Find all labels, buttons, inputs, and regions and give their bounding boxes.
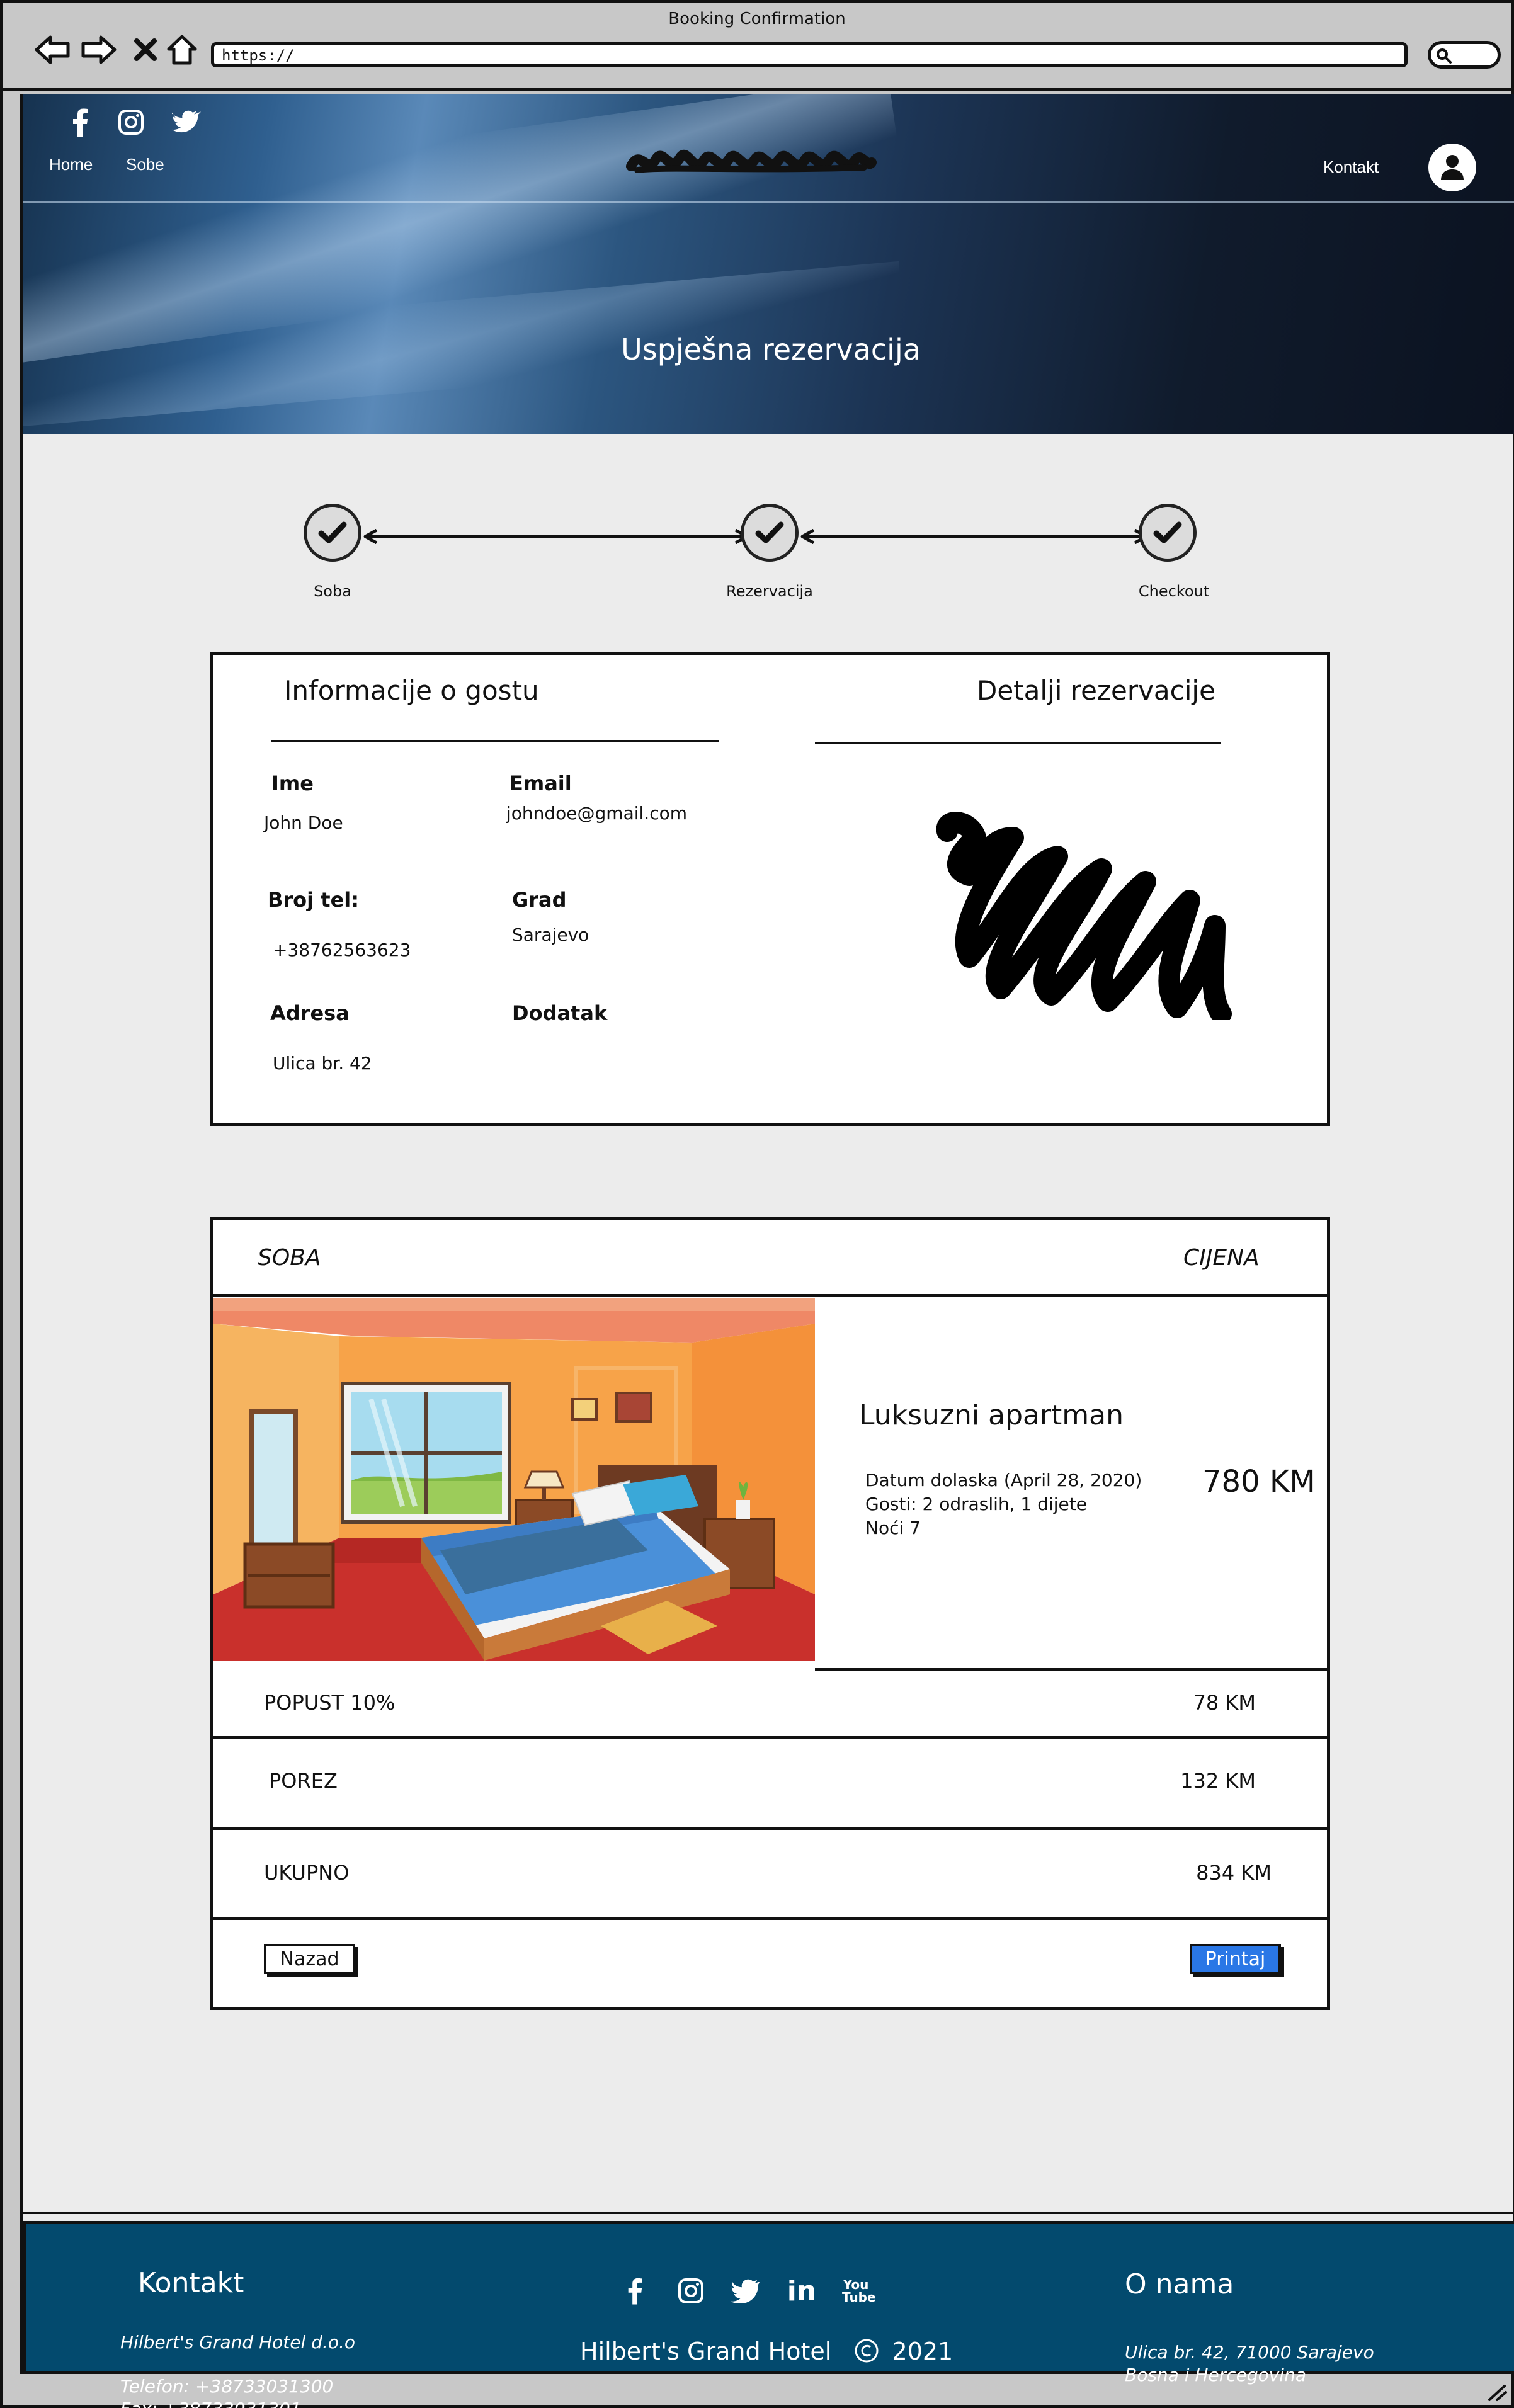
divider — [815, 1668, 1328, 1671]
total-value: 834 KM — [1196, 1861, 1272, 1885]
step-arrow-1 — [363, 529, 749, 544]
divider — [815, 742, 1221, 744]
nights-count: Noći 7 — [865, 1518, 921, 1538]
step-label-rezervacija: Rezervacija — [726, 582, 813, 600]
address-label: Adresa — [270, 1001, 350, 1025]
print-button[interactable]: Printaj — [1190, 1944, 1281, 1974]
footer-brand-name: Hilbert's Grand Hotel — [580, 2337, 832, 2365]
search-icon — [1437, 48, 1452, 64]
step-arrow-2 — [800, 529, 1148, 544]
close-icon[interactable] — [127, 31, 164, 69]
room-image — [213, 1298, 815, 1661]
column-header-room: SOBA — [258, 1245, 321, 1271]
user-avatar-icon[interactable] — [1428, 144, 1476, 191]
divider — [23, 2212, 1514, 2214]
step-soba-check-icon — [304, 504, 361, 562]
footer-fax: Fax: +38733031301 — [120, 2398, 302, 2408]
site-logo[interactable] — [625, 141, 877, 184]
name-value: John Doe — [264, 812, 343, 833]
back-arrow-icon[interactable] — [33, 31, 71, 69]
arrival-date: Datum dolaska (April 28, 2020) — [865, 1470, 1142, 1491]
window-title: Booking Confirmation — [668, 9, 846, 28]
footer-phone: Telefon: +38733031300 — [120, 2376, 334, 2397]
tax-label: POREZ — [269, 1769, 338, 1793]
column-header-price: CIJENA — [1183, 1245, 1260, 1271]
email-label: Email — [509, 771, 572, 795]
footer-company: Hilbert's Grand Hotel d.o.o — [120, 2332, 355, 2353]
page-title: Uspješna rezervacija — [621, 332, 921, 366]
site-header: Home Sobe Kontakt — [23, 94, 1514, 203]
guest-info-card: Informacije o gostu Detalji rezervacije … — [210, 652, 1330, 1126]
booking-details-heading: Detalji rezervacije — [977, 675, 1215, 706]
home-icon[interactable] — [163, 31, 201, 69]
browser-search[interactable] — [1428, 41, 1501, 69]
footer-year: 2021 — [892, 2337, 953, 2365]
room-details: Datum dolaska (April 28, 2020) Gosti: 2 … — [865, 1468, 1142, 1540]
copyright-icon — [854, 2337, 879, 2365]
discount-label: POPUST 10% — [264, 1691, 396, 1715]
nav-sobe-link[interactable]: Sobe — [126, 155, 164, 174]
room-name: Luksuzni apartman — [859, 1399, 1124, 1431]
step-label-soba: Soba — [314, 582, 351, 600]
step-checkout-check-icon — [1139, 504, 1197, 562]
footer-address-line1: Ulica br. 42, 71000 Sarajevo — [1125, 2342, 1374, 2363]
forward-arrow-icon[interactable] — [80, 31, 118, 69]
page-content: Home Sobe Kontakt Uspješna rezervacija S — [20, 94, 1514, 2408]
divider — [213, 1917, 1327, 1920]
scribble-placeholder — [936, 812, 1232, 1020]
footer-address-line2: Bosna i Hercegovina — [1125, 2365, 1306, 2385]
phone-value: +38762563623 — [273, 940, 411, 960]
divider — [213, 1827, 1327, 1830]
room-price: 780 KM — [1202, 1464, 1316, 1499]
guest-info-heading: Informacije o gostu — [284, 675, 539, 706]
guests-count: Gosti: 2 odraslih, 1 dijete — [865, 1494, 1087, 1514]
discount-value: 78 KM — [1193, 1691, 1256, 1715]
facebook-icon[interactable] — [618, 2275, 651, 2307]
footer-contact-heading: Kontakt — [138, 2267, 244, 2299]
email-value: johndoe@gmail.com — [506, 803, 687, 824]
total-label: UKUPNO — [264, 1861, 350, 1885]
divider — [271, 740, 719, 742]
address-value: Ulica br. 42 — [273, 1053, 372, 1074]
resize-handle-icon[interactable] — [1483, 2383, 1508, 2402]
booking-summary-card: SOBA CIJENA Luksuzni apartman Datum dola… — [210, 1217, 1330, 2010]
tax-value: 132 KM — [1180, 1769, 1256, 1793]
youtube-text: You Tube — [842, 2277, 876, 2305]
browser-window: Booking Confirmation https:// Home Sobe … — [0, 0, 1514, 2408]
twitter-icon[interactable] — [170, 106, 203, 139]
facebook-icon[interactable] — [63, 106, 96, 139]
site-footer: Kontakt Hilbert's Grand Hotel d.o.o Tele… — [23, 2221, 1514, 2408]
twitter-icon[interactable] — [729, 2275, 761, 2307]
youtube-icon[interactable]: You Tube — [838, 2275, 876, 2307]
linkedin-text: in — [787, 2275, 817, 2307]
nav-home-link[interactable]: Home — [49, 155, 93, 174]
address-bar[interactable]: https:// — [211, 42, 1408, 67]
name-label: Ime — [271, 771, 314, 795]
extra-label: Dodatak — [512, 1001, 608, 1025]
hero-banner: Home Sobe Kontakt Uspješna rezervacija — [23, 94, 1514, 434]
nav-kontakt-link[interactable]: Kontakt — [1323, 157, 1379, 177]
divider — [213, 1294, 1327, 1297]
step-rezervacija-check-icon — [741, 504, 799, 562]
step-label-checkout: Checkout — [1138, 582, 1210, 600]
city-value: Sarajevo — [512, 924, 589, 945]
divider — [213, 1736, 1327, 1739]
instagram-icon[interactable] — [674, 2275, 707, 2307]
instagram-icon[interactable] — [115, 106, 147, 139]
phone-label: Broj tel: — [268, 888, 360, 912]
linkedin-icon[interactable]: in — [785, 2275, 818, 2307]
footer-about-heading: O nama — [1125, 2268, 1234, 2300]
footer-brand: Hilbert's Grand Hotel 2021 — [580, 2337, 953, 2365]
city-label: Grad — [512, 888, 567, 912]
back-button[interactable]: Nazad — [264, 1944, 355, 1974]
browser-toolbar: Booking Confirmation https:// — [3, 3, 1511, 91]
